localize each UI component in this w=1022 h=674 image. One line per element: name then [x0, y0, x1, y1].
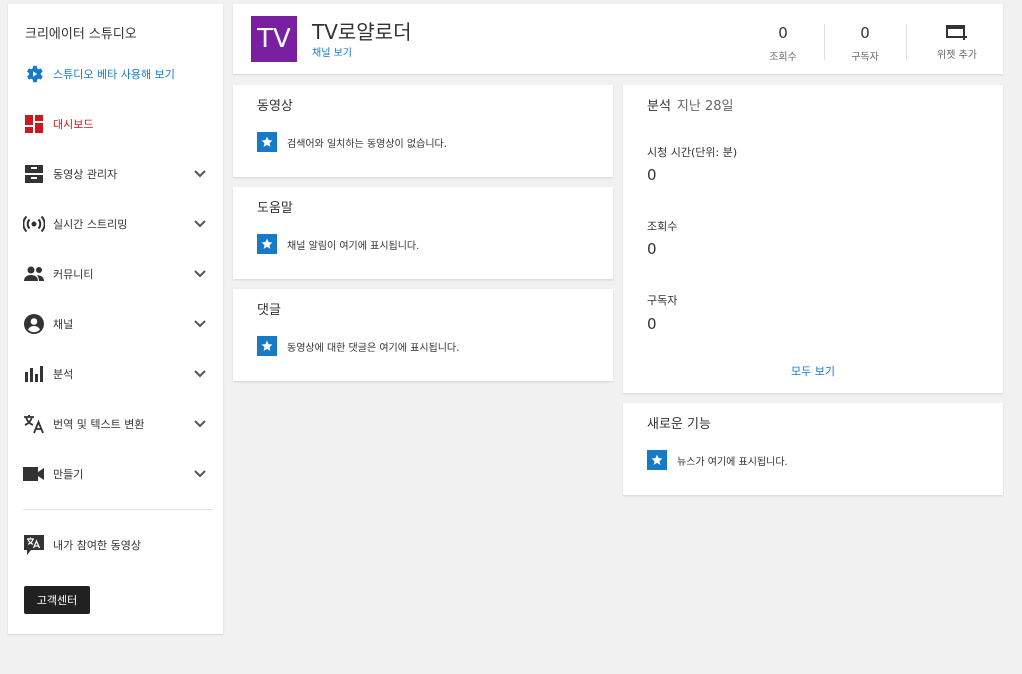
sidebar-item-video-manager[interactable]: 동영상 관리자 — [8, 156, 223, 192]
stat-value: 0 — [778, 24, 788, 42]
card-message-row: 뉴스가 여기에 표시됩니다. — [647, 450, 788, 470]
metric-value: 0 — [647, 240, 657, 258]
stat-divider — [906, 24, 907, 60]
live-stream-icon — [23, 213, 45, 235]
chevron-down-icon[interactable] — [192, 166, 208, 182]
comments-card: 댓글 동영상에 대한 댓글은 여기에 표시됩니다. — [233, 289, 613, 381]
star-icon — [647, 450, 667, 470]
stat-views: 0 조회수 — [748, 24, 818, 63]
stat-label: 구독자 — [851, 52, 879, 63]
sidebar-title: 크리에이터 스튜디오 — [25, 27, 137, 42]
chevron-down-icon[interactable] — [192, 366, 208, 382]
stat-label: 조회수 — [769, 52, 797, 63]
card-title: 새로운 기능 — [647, 417, 711, 432]
sidebar-item-label: 대시보드 — [53, 118, 94, 131]
help-center-button[interactable]: 고객센터 — [24, 586, 90, 614]
stat-subscribers: 0 구독자 — [830, 24, 900, 63]
videos-card: 동영상 검색어와 일치하는 동영상이 없습니다. — [233, 85, 613, 177]
star-icon — [257, 336, 277, 356]
card-message: 채널 알림이 여기에 표시됩니다. — [287, 240, 420, 252]
sidebar-item-label: 스튜디오 베타 사용해 보기 — [53, 68, 175, 81]
sidebar-item-channel[interactable]: 채널 — [8, 306, 223, 342]
gear-play-icon — [23, 63, 45, 85]
metric-label: 시청 시간(단위: 분) — [647, 146, 738, 159]
chevron-down-icon[interactable] — [192, 466, 208, 482]
channel-header: TV TV로얄로더 채널 보기 0 조회수 0 구독자 위젯 추가 — [233, 4, 1003, 74]
card-message-row: 검색어와 일치하는 동영상이 없습니다. — [257, 132, 447, 152]
sidebar-item-label: 채널 — [53, 318, 74, 331]
translate-bubble-icon — [23, 534, 45, 556]
stat-divider — [824, 24, 825, 60]
metric-value: 0 — [647, 166, 657, 184]
avatar[interactable]: TV — [251, 16, 297, 62]
metric-label: 조회수 — [647, 220, 678, 233]
sidebar-item-community[interactable]: 커뮤니티 — [8, 256, 223, 292]
stat-value: 0 — [860, 24, 870, 42]
sidebar-item-label: 실시간 스트리밍 — [53, 218, 128, 231]
sidebar-item-label: 내가 참여한 동영상 — [53, 539, 141, 552]
video-manager-icon — [23, 163, 45, 185]
chevron-down-icon[interactable] — [192, 316, 208, 332]
chevron-down-icon[interactable] — [192, 266, 208, 282]
camera-icon — [23, 463, 45, 485]
sidebar: 크리에이터 스튜디오 스튜디오 베타 사용해 보기 대시보드 동영상 관리자 실… — [8, 4, 223, 634]
sidebar-item-analytics[interactable]: 분석 — [8, 356, 223, 392]
sidebar-item-label: 번역 및 텍스트 변환 — [53, 418, 145, 431]
chevron-down-icon[interactable] — [192, 416, 208, 432]
sidebar-item-contributed-videos[interactable]: 내가 참여한 동영상 — [8, 527, 223, 563]
translate-icon — [23, 413, 45, 435]
sidebar-item-label: 동영상 관리자 — [53, 168, 118, 181]
community-icon — [23, 263, 45, 285]
sidebar-item-dashboard[interactable]: 대시보드 — [8, 106, 223, 142]
sidebar-item-label: 만들기 — [53, 468, 84, 481]
sidebar-item-create[interactable]: 만들기 — [8, 456, 223, 492]
card-title: 도움말 — [257, 201, 293, 216]
card-title: 댓글 — [257, 303, 281, 318]
sidebar-divider — [23, 509, 213, 510]
card-message: 뉴스가 여기에 표시됩니다. — [677, 456, 788, 468]
analytics-period: 지난 28일 — [676, 99, 734, 114]
analytics-icon — [23, 363, 45, 385]
chevron-down-icon[interactable] — [192, 216, 208, 232]
analytics-card: 분석 지난 28일 시청 시간(단위: 분) 0 조회수 0 구독자 0 모두 보… — [623, 85, 1003, 393]
whats-new-card: 새로운 기능 뉴스가 여기에 표시됩니다. — [623, 403, 1003, 495]
star-icon — [257, 132, 277, 152]
card-title: 분석 지난 28일 — [647, 95, 733, 114]
metric-value: 0 — [647, 315, 657, 333]
help-card: 도움말 채널 알림이 여기에 표시됩니다. — [233, 187, 613, 279]
add-widget-icon — [921, 24, 993, 40]
add-widget-button[interactable]: 위젯 추가 — [921, 24, 993, 61]
card-message: 검색어와 일치하는 동영상이 없습니다. — [287, 138, 447, 150]
view-channel-link[interactable]: 채널 보기 — [312, 44, 352, 59]
sidebar-item-live-streaming[interactable]: 실시간 스트리밍 — [8, 206, 223, 242]
dashboard-icon — [23, 113, 45, 135]
channel-name: TV로얄로더 — [312, 20, 412, 44]
channel-icon — [23, 313, 45, 335]
analytics-title: 분석 — [647, 99, 671, 114]
sidebar-item-label: 커뮤니티 — [53, 268, 94, 281]
sidebar-item-translations[interactable]: 번역 및 텍스트 변환 — [8, 406, 223, 442]
add-widget-label: 위젯 추가 — [937, 50, 977, 61]
sidebar-item-label: 분석 — [53, 368, 74, 381]
metric-label: 구독자 — [647, 294, 678, 307]
sidebar-item-studio-beta[interactable]: 스튜디오 베타 사용해 보기 — [8, 56, 223, 92]
see-all-link[interactable]: 모두 보기 — [623, 363, 1003, 379]
card-title: 동영상 — [257, 99, 293, 114]
star-icon — [257, 234, 277, 254]
card-message: 동영상에 대한 댓글은 여기에 표시됩니다. — [287, 342, 460, 354]
card-message-row: 채널 알림이 여기에 표시됩니다. — [257, 234, 419, 254]
card-message-row: 동영상에 대한 댓글은 여기에 표시됩니다. — [257, 336, 459, 356]
